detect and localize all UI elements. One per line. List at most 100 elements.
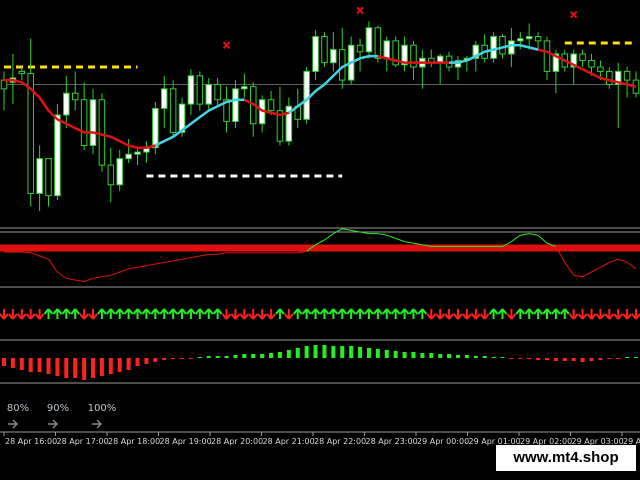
candle-body	[330, 49, 337, 64]
histogram-bar	[99, 358, 104, 376]
histogram-bar	[286, 350, 291, 358]
histogram-bar	[46, 358, 51, 374]
histogram-bar	[375, 349, 380, 358]
histogram-bar	[571, 358, 576, 361]
candle-body	[374, 27, 382, 59]
histogram-bar	[269, 353, 274, 358]
histogram-bar	[625, 357, 630, 358]
histogram-bar	[277, 352, 282, 358]
axis-tick-label: 28 Apr 19:00	[160, 437, 212, 446]
candle-body	[543, 40, 551, 72]
candle-body	[71, 92, 79, 101]
histogram-bar	[464, 355, 469, 358]
histogram-bar	[518, 358, 523, 359]
candle-body	[356, 44, 364, 53]
histogram-bar	[544, 358, 549, 360]
candle-body	[214, 83, 221, 101]
histogram-bar	[553, 358, 558, 361]
histogram-bar	[117, 358, 122, 372]
histogram-bar	[171, 358, 176, 359]
watermark: www.mt4.shop	[496, 445, 636, 471]
percent-label: 80%	[7, 403, 29, 414]
histogram-bar	[304, 346, 309, 358]
axis-tick-label: 28 Apr 23:00	[366, 437, 418, 446]
candle-body	[525, 36, 533, 40]
histogram-bar	[616, 358, 621, 359]
candle-body	[597, 66, 604, 72]
histogram-bar	[233, 355, 238, 358]
histogram-bar	[2, 358, 6, 366]
histogram-bar	[91, 358, 96, 378]
candle-body	[98, 99, 106, 166]
histogram-bar	[411, 352, 416, 358]
candle-body	[303, 70, 310, 120]
histogram-bar	[340, 346, 345, 358]
histogram-bar	[295, 348, 300, 358]
oscillator-zero-band	[0, 244, 640, 252]
candle-body	[80, 99, 88, 147]
histogram-bar	[64, 358, 69, 378]
axis-tick-label: 28 Apr 16:00	[5, 437, 57, 446]
histogram-bar	[162, 358, 167, 360]
histogram-bar	[37, 358, 42, 372]
axis-tick-label: 28 Apr 20:00	[211, 437, 263, 446]
candle-body	[196, 75, 204, 105]
histogram-bar	[509, 358, 514, 359]
percent-label: 90%	[47, 403, 69, 414]
histogram-bar	[144, 358, 149, 364]
candle-body	[490, 36, 497, 59]
histogram-bar	[108, 358, 113, 374]
candle-body	[89, 99, 97, 147]
candle-body	[606, 70, 613, 85]
histogram-bar	[322, 345, 327, 358]
candle-body	[36, 158, 43, 194]
candle-body	[54, 114, 61, 197]
candle-body	[107, 164, 115, 186]
candle-body	[241, 86, 248, 90]
candle-body	[45, 158, 52, 197]
candle-body	[152, 107, 159, 149]
histogram-bar	[634, 357, 638, 358]
histogram-bar	[527, 358, 532, 359]
axis-tick-label: 28 Apr 17:00	[57, 437, 109, 446]
axis-tick-label: 28 Apr 21:00	[263, 437, 315, 446]
histogram-bar	[197, 357, 202, 358]
histogram-bar	[473, 356, 478, 358]
histogram-bar	[331, 346, 336, 358]
chart-svg: 80% 90% 100% 28 Apr 16:00 28 Apr 17:00 28 Ap…	[0, 0, 640, 480]
histogram-bar	[215, 356, 220, 358]
candle-body	[0, 79, 8, 90]
candle-body	[499, 36, 506, 55]
histogram-bar	[251, 354, 256, 358]
candle-body	[383, 40, 391, 59]
histogram-bar	[589, 358, 594, 361]
histogram-bar	[188, 358, 193, 359]
histogram-bar	[242, 354, 247, 358]
histogram-bar	[562, 358, 567, 361]
histogram-bar	[55, 358, 60, 376]
candle-body	[232, 88, 239, 123]
candle-body	[623, 70, 631, 81]
histogram-bar	[500, 357, 505, 358]
histogram-bar	[491, 357, 496, 358]
candle-body	[205, 83, 212, 105]
candle-body	[579, 53, 586, 61]
histogram-bar	[135, 358, 140, 366]
histogram-bar	[455, 355, 460, 358]
histogram-bar	[180, 358, 185, 359]
histogram-bar	[19, 358, 24, 370]
histogram-bar	[349, 346, 354, 358]
histogram-bar	[366, 348, 371, 358]
candle-body	[267, 99, 275, 112]
histogram-bar	[358, 347, 363, 358]
percent-label: 100%	[88, 403, 117, 414]
candle-body	[508, 40, 515, 55]
candle-body	[134, 151, 141, 155]
candle-body	[18, 70, 26, 75]
histogram-bar	[126, 358, 131, 370]
histogram-bar	[384, 350, 389, 358]
histogram-bar	[420, 353, 425, 358]
histogram-bar	[10, 358, 15, 368]
histogram-bar	[580, 358, 585, 362]
histogram-bar	[393, 351, 398, 358]
